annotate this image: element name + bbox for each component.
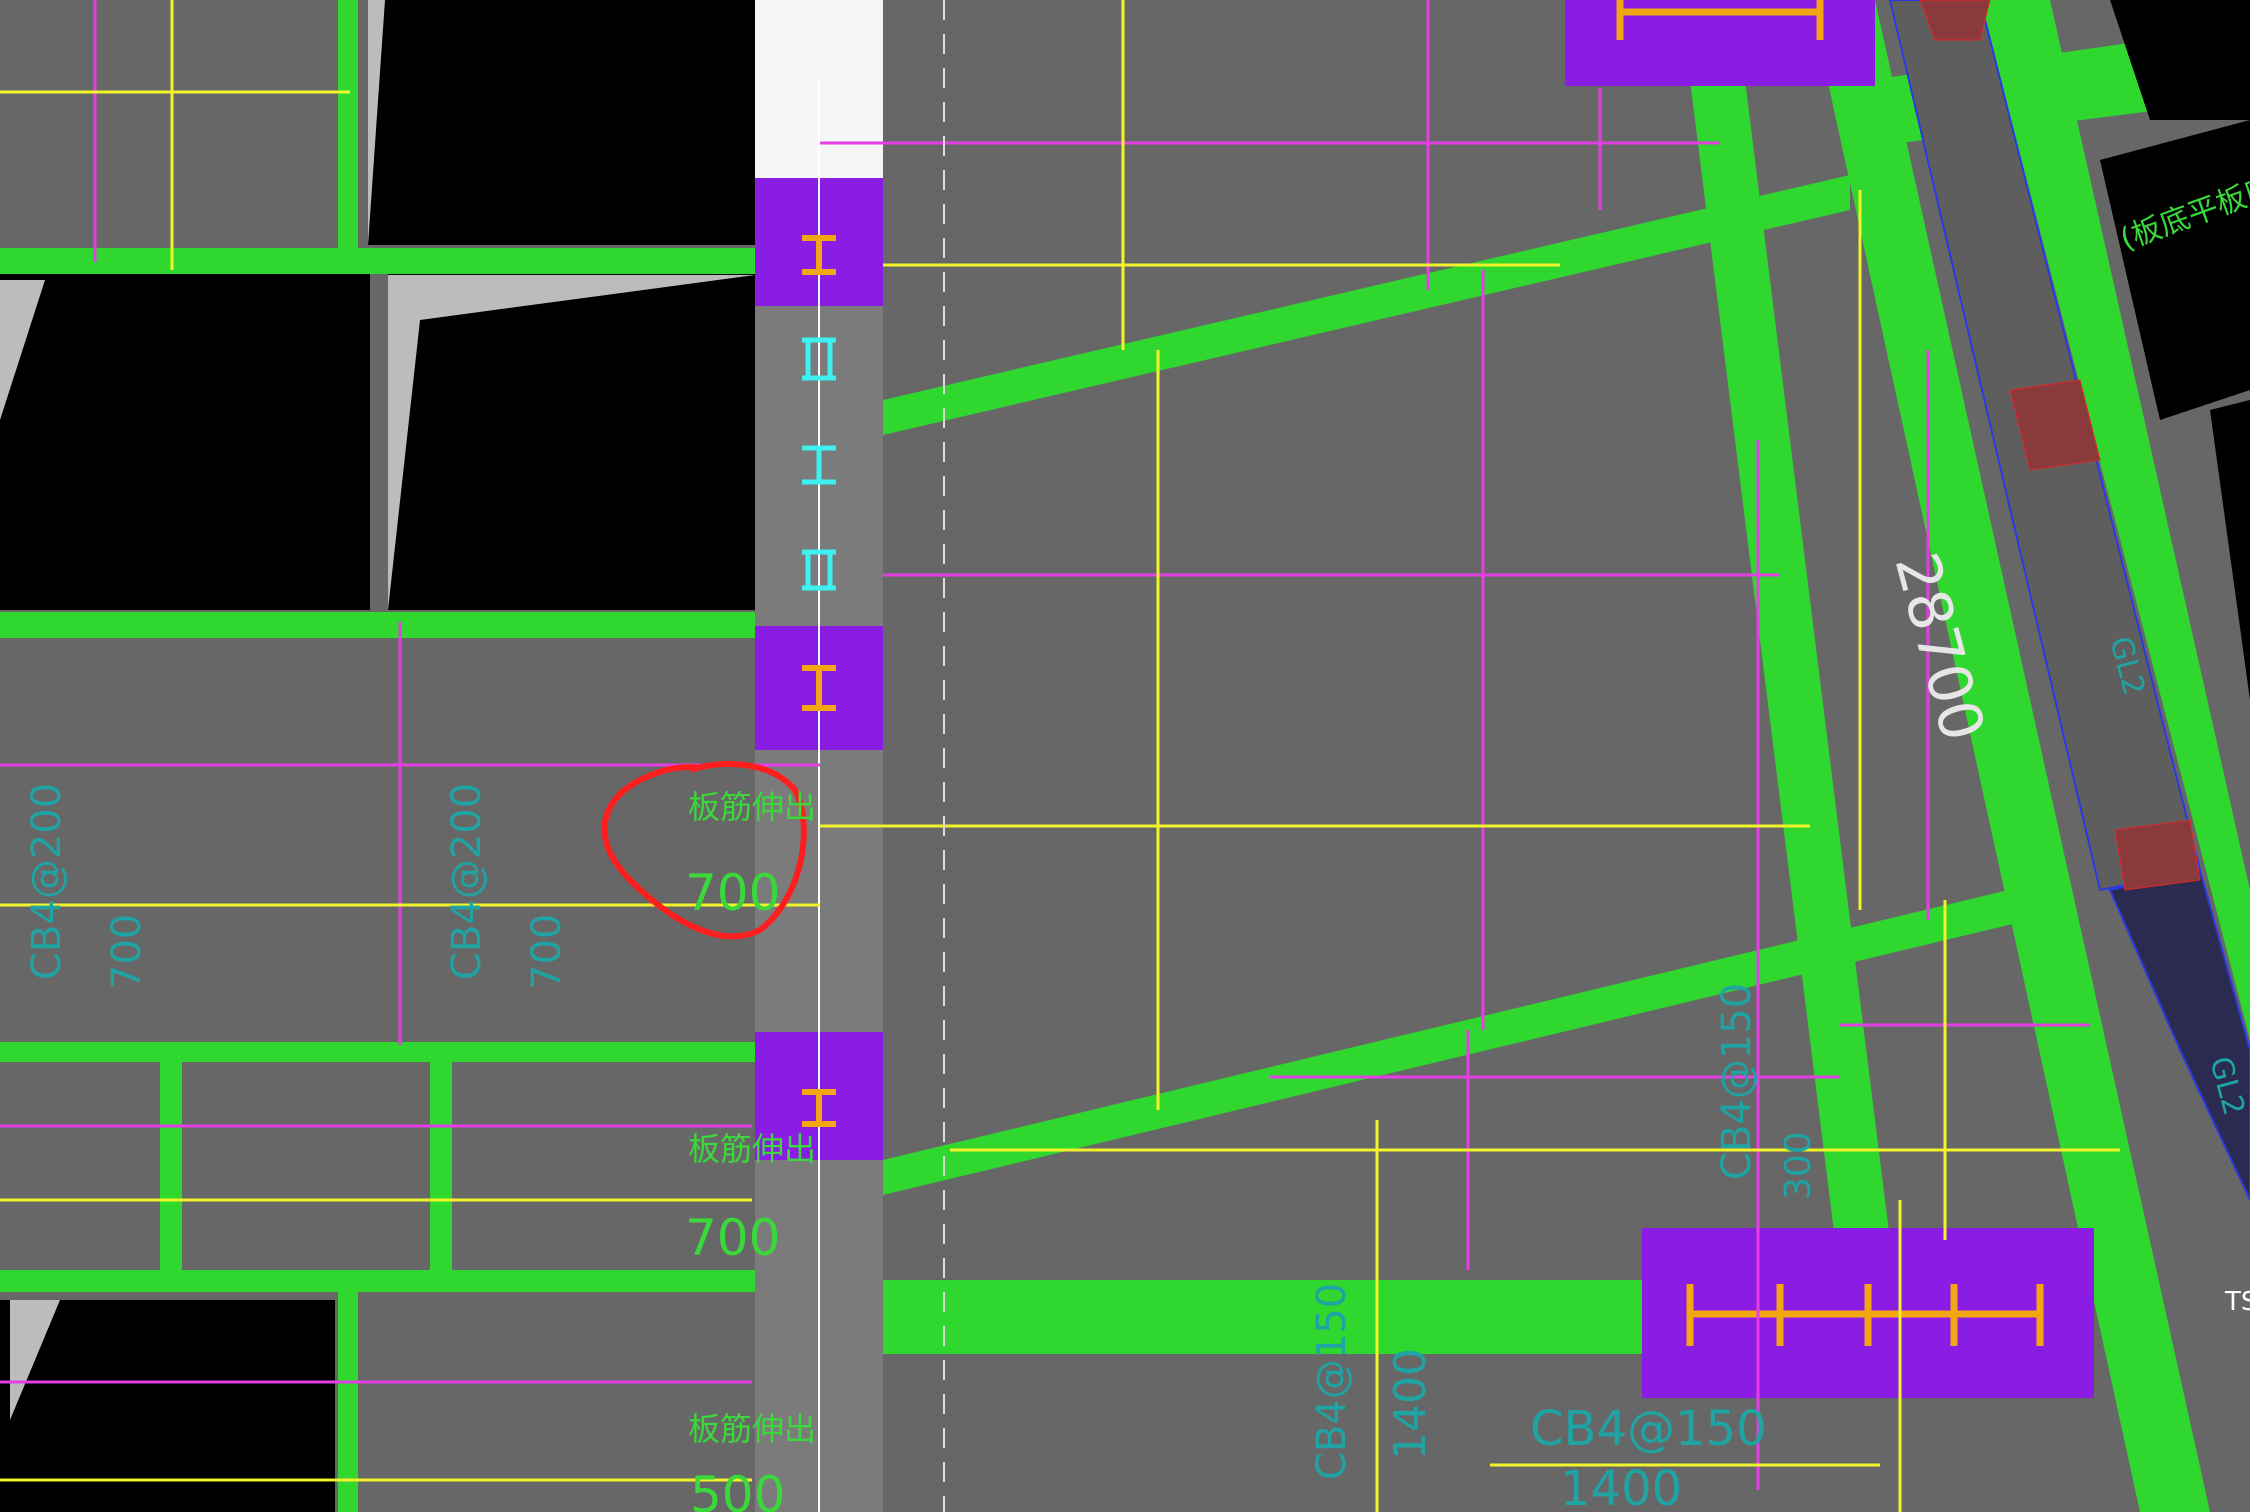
opening-mid-right bbox=[388, 270, 755, 610]
label-cb-right: CB4@150 bbox=[1714, 983, 1760, 1180]
label-700-left: 700 bbox=[104, 914, 150, 990]
label-500: 500 bbox=[690, 1466, 785, 1512]
label-1400: 1400 bbox=[1385, 1348, 1436, 1460]
label-700-b: 700 bbox=[685, 1209, 780, 1267]
label-cb-far: CB4@150 bbox=[1530, 1401, 1767, 1457]
steel-column-strip bbox=[755, 0, 883, 1512]
label-slab-rebar-extension-3: 板筋伸出 bbox=[688, 1410, 816, 1448]
label-slab-rebar-extension-2: 板筋伸出 bbox=[688, 1130, 816, 1168]
label-300: 300 bbox=[1778, 1131, 1819, 1200]
label-ts: TS bbox=[2224, 1287, 2250, 1317]
label-700-a: 700 bbox=[685, 864, 780, 922]
label-cb-lower: CB4@150 bbox=[1309, 1283, 1355, 1480]
label-cb-mid: CB4@200 bbox=[444, 783, 490, 980]
label-1400-b: 1400 bbox=[1560, 1461, 1682, 1512]
opening-mid-left bbox=[0, 270, 370, 610]
opening-top-left bbox=[368, 0, 755, 245]
label-cb-left: CB4@200 bbox=[24, 783, 70, 980]
cad-drawing-viewport[interactable]: 板筋伸出 700 板筋伸出 700 板筋伸出 500 28700 CB4@200… bbox=[0, 0, 2250, 1512]
structural-plan-drawing: 板筋伸出 700 板筋伸出 700 板筋伸出 500 28700 CB4@200… bbox=[0, 0, 2250, 1512]
label-slab-rebar-extension-1: 板筋伸出 bbox=[688, 788, 816, 826]
label-700-mid: 700 bbox=[524, 914, 570, 990]
